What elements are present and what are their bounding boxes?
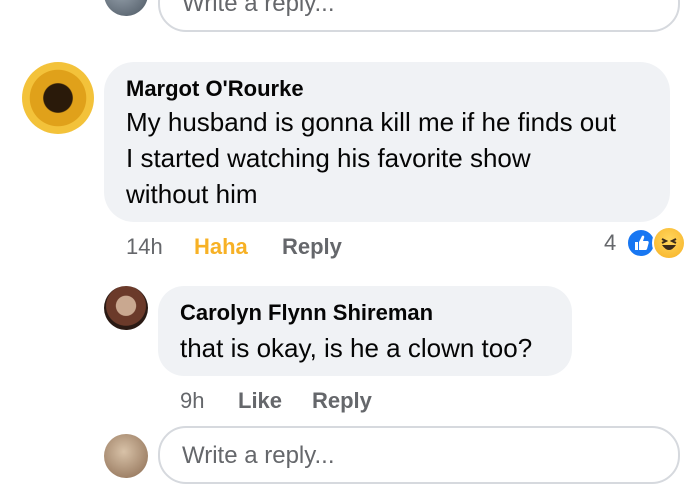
commenter-avatar-carolyn[interactable]	[104, 286, 148, 330]
comment-timestamp[interactable]: 9h	[180, 388, 204, 414]
current-user-avatar-bottom	[104, 434, 148, 478]
haha-reaction-button[interactable]: Haha	[194, 234, 248, 260]
reply-placeholder-top: Write a reply...	[182, 0, 335, 17]
reply-button[interactable]: Reply	[312, 388, 372, 414]
like-button[interactable]: Like	[238, 388, 282, 414]
comment-bubble-carolyn: Carolyn Flynn Shireman that is okay, is …	[158, 286, 572, 376]
comment-text-line: without him	[126, 179, 258, 209]
comment-text-line: My husband is gonna kill me if he finds …	[126, 107, 616, 137]
reply-button[interactable]: Reply	[282, 234, 342, 260]
comment-author[interactable]: Margot O'Rourke	[126, 76, 304, 102]
comment-text: that is okay, is he a clown too?	[180, 333, 533, 363]
reply-input-bottom[interactable]: Write a reply...	[158, 426, 680, 484]
commenter-avatar-margot[interactable]	[22, 62, 94, 134]
haha-icon	[652, 226, 686, 260]
reaction-count[interactable]: 4	[604, 230, 616, 256]
comment-timestamp[interactable]: 14h	[126, 234, 163, 260]
comment-author[interactable]: Carolyn Flynn Shireman	[180, 300, 433, 326]
current-user-avatar-top	[104, 0, 148, 16]
comment-text-line: I started watching his favorite show	[126, 143, 531, 173]
reply-placeholder-bottom: Write a reply...	[182, 442, 335, 469]
reply-input-top[interactable]: Write a reply...	[158, 0, 680, 32]
comment-bubble-margot: Margot O'Rourke My husband is gonna kill…	[104, 62, 670, 222]
